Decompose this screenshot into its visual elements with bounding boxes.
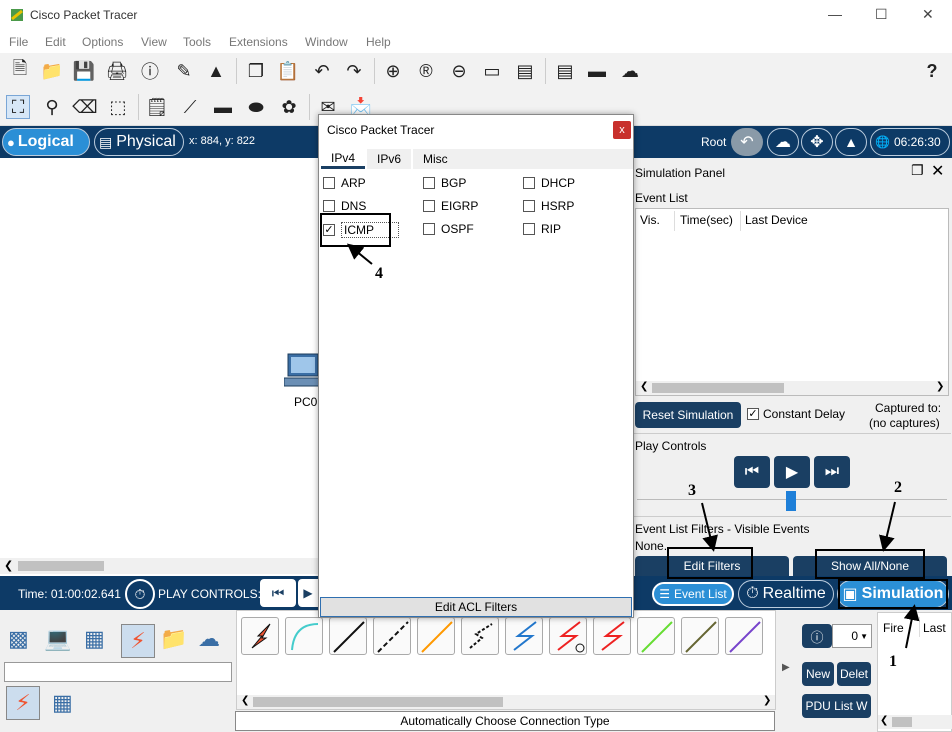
annotation-arrow-4 [346,243,373,265]
annotation-2: 2 [894,479,902,496]
annotation-3: 3 [688,482,696,499]
annotation-1: 1 [889,653,897,670]
annotation-overlay [320,213,948,649]
annotation-box-simulation [838,579,948,609]
annotation-arrow-3 [701,502,718,552]
annotation-arrow-2 [879,501,896,552]
annotation-4: 4 [375,265,383,282]
annotation-box-edit-filters [667,547,753,579]
annotation-arrow-1 [903,604,920,649]
annotation-box-icmp [320,213,391,247]
annotation-box-show-all [815,549,925,579]
